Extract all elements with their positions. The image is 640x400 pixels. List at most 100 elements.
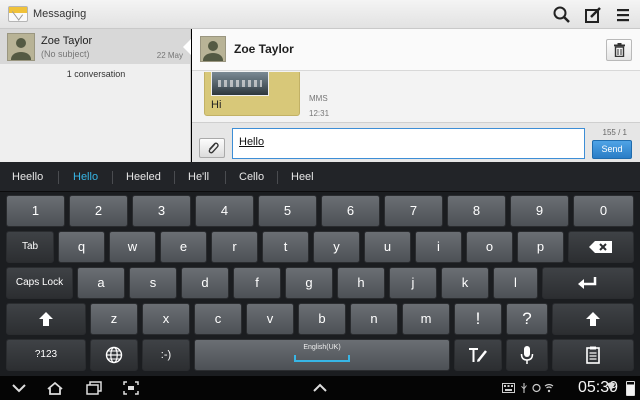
clipboard-icon: [586, 346, 600, 364]
suggestion-divider: [225, 171, 226, 184]
key-z[interactable]: z: [90, 303, 138, 335]
home-button[interactable]: [46, 380, 64, 396]
suggestion-item[interactable]: Heello: [12, 171, 43, 183]
microphone-icon: [520, 346, 534, 364]
suggestion-item[interactable]: He'll: [188, 171, 209, 183]
key-d[interactable]: d: [181, 267, 229, 299]
message-bubble[interactable]: Hi: [204, 72, 300, 116]
message-input[interactable]: Hello: [232, 128, 585, 159]
quick-panel-button[interactable]: [311, 380, 329, 396]
shift-icon: [39, 312, 53, 326]
key-i[interactable]: i: [415, 231, 462, 263]
key-e[interactable]: e: [160, 231, 207, 263]
key-1[interactable]: 1: [6, 195, 65, 227]
shift-key-left[interactable]: [6, 303, 86, 335]
key-r[interactable]: r: [211, 231, 258, 263]
conversation-subject: (No subject): [41, 49, 90, 59]
conversation-list: Zoe Taylor (No subject) 22 May 1 convers…: [0, 29, 191, 162]
shift-key-right[interactable]: [552, 303, 634, 335]
clipboard-key[interactable]: [552, 339, 634, 371]
suggestion-item[interactable]: Heel: [291, 171, 314, 183]
chevron-up-icon: [313, 383, 327, 392]
suggestion-item[interactable]: Cello: [239, 171, 264, 183]
symbols-key[interactable]: ?123: [6, 339, 86, 371]
key-t[interactable]: t: [262, 231, 309, 263]
key-0[interactable]: 0: [573, 195, 634, 227]
language-key[interactable]: [90, 339, 138, 371]
attach-button[interactable]: [199, 138, 225, 158]
menu-button[interactable]: [612, 4, 634, 26]
backspace-key[interactable]: [568, 231, 634, 263]
tab-key[interactable]: Tab: [6, 231, 54, 263]
contact-avatar[interactable]: [200, 36, 226, 62]
conversation-name: Zoe Taylor: [41, 35, 93, 47]
key-m[interactable]: m: [402, 303, 450, 335]
character-counter: 155 / 1: [602, 128, 627, 137]
suggestion-divider: [58, 171, 59, 184]
key-x[interactable]: x: [142, 303, 190, 335]
space-bar[interactable]: English(UK): [194, 339, 450, 371]
suggestion-item[interactable]: Heeled: [126, 171, 161, 183]
backspace-icon: [589, 241, 612, 253]
conversation-item[interactable]: Zoe Taylor (No subject) 22 May: [0, 29, 191, 64]
key-c[interactable]: c: [194, 303, 242, 335]
delete-button[interactable]: [606, 39, 632, 61]
key-4[interactable]: 4: [195, 195, 254, 227]
key-w[interactable]: w: [109, 231, 156, 263]
message-input-value: Hello: [239, 136, 265, 148]
key-3[interactable]: 3: [132, 195, 191, 227]
key-a[interactable]: a: [77, 267, 125, 299]
key-exclamation[interactable]: !: [454, 303, 502, 335]
caps-lock-key[interactable]: Caps Lock: [6, 267, 73, 299]
key-5[interactable]: 5: [258, 195, 317, 227]
wifi-signal-icon: [606, 382, 616, 392]
trash-icon: [614, 43, 625, 57]
key-n[interactable]: n: [350, 303, 398, 335]
handwriting-key[interactable]: [454, 339, 502, 371]
key-8[interactable]: 8: [447, 195, 506, 227]
contact-name: Zoe Taylor: [234, 42, 294, 56]
search-button[interactable]: [551, 4, 573, 26]
key-7[interactable]: 7: [384, 195, 443, 227]
voice-input-key[interactable]: [506, 339, 548, 371]
suggestion-bar: Heello Hello Heeled He'll Cello Heel: [0, 162, 640, 192]
action-bar: Messaging: [0, 0, 640, 29]
message-type: MMS: [309, 94, 328, 103]
chat-header: Zoe Taylor: [192, 29, 640, 71]
key-g[interactable]: g: [285, 267, 333, 299]
key-f[interactable]: f: [233, 267, 281, 299]
key-question[interactable]: ?: [506, 303, 548, 335]
chat-panel: Zoe Taylor Hi MMS 12:31 Hello 155 / 1 Se…: [192, 29, 640, 162]
key-6[interactable]: 6: [321, 195, 380, 227]
key-s[interactable]: s: [129, 267, 177, 299]
messaging-screen: Messaging Zoe Taylor (No subject) 22 May…: [0, 0, 640, 400]
send-button[interactable]: Send: [592, 140, 632, 159]
key-9[interactable]: 9: [510, 195, 569, 227]
key-v[interactable]: v: [246, 303, 294, 335]
emoticon-key[interactable]: :-): [142, 339, 190, 371]
key-b[interactable]: b: [298, 303, 346, 335]
usb-icon: [521, 383, 527, 393]
key-h[interactable]: h: [337, 267, 385, 299]
key-y[interactable]: y: [313, 231, 360, 263]
app-title: Messaging: [33, 8, 87, 20]
key-2[interactable]: 2: [69, 195, 128, 227]
key-l[interactable]: l: [493, 267, 538, 299]
key-p[interactable]: p: [517, 231, 564, 263]
suggestion-item-selected[interactable]: Hello: [73, 171, 98, 183]
recent-apps-icon: [86, 381, 102, 395]
key-k[interactable]: k: [441, 267, 489, 299]
enter-key[interactable]: [542, 267, 634, 299]
space-icon: [294, 355, 350, 362]
key-q[interactable]: q: [58, 231, 105, 263]
key-j[interactable]: j: [389, 267, 437, 299]
screenshot-button[interactable]: [122, 380, 140, 396]
key-o[interactable]: o: [466, 231, 513, 263]
key-u[interactable]: u: [364, 231, 411, 263]
hide-keyboard-button[interactable]: [10, 380, 28, 396]
screenshot-icon: [123, 381, 139, 395]
recent-apps-button[interactable]: [85, 380, 103, 396]
mms-image-thumbnail[interactable]: [211, 72, 269, 96]
conversation-date: 22 May: [156, 51, 183, 60]
compose-button[interactable]: [582, 4, 604, 26]
